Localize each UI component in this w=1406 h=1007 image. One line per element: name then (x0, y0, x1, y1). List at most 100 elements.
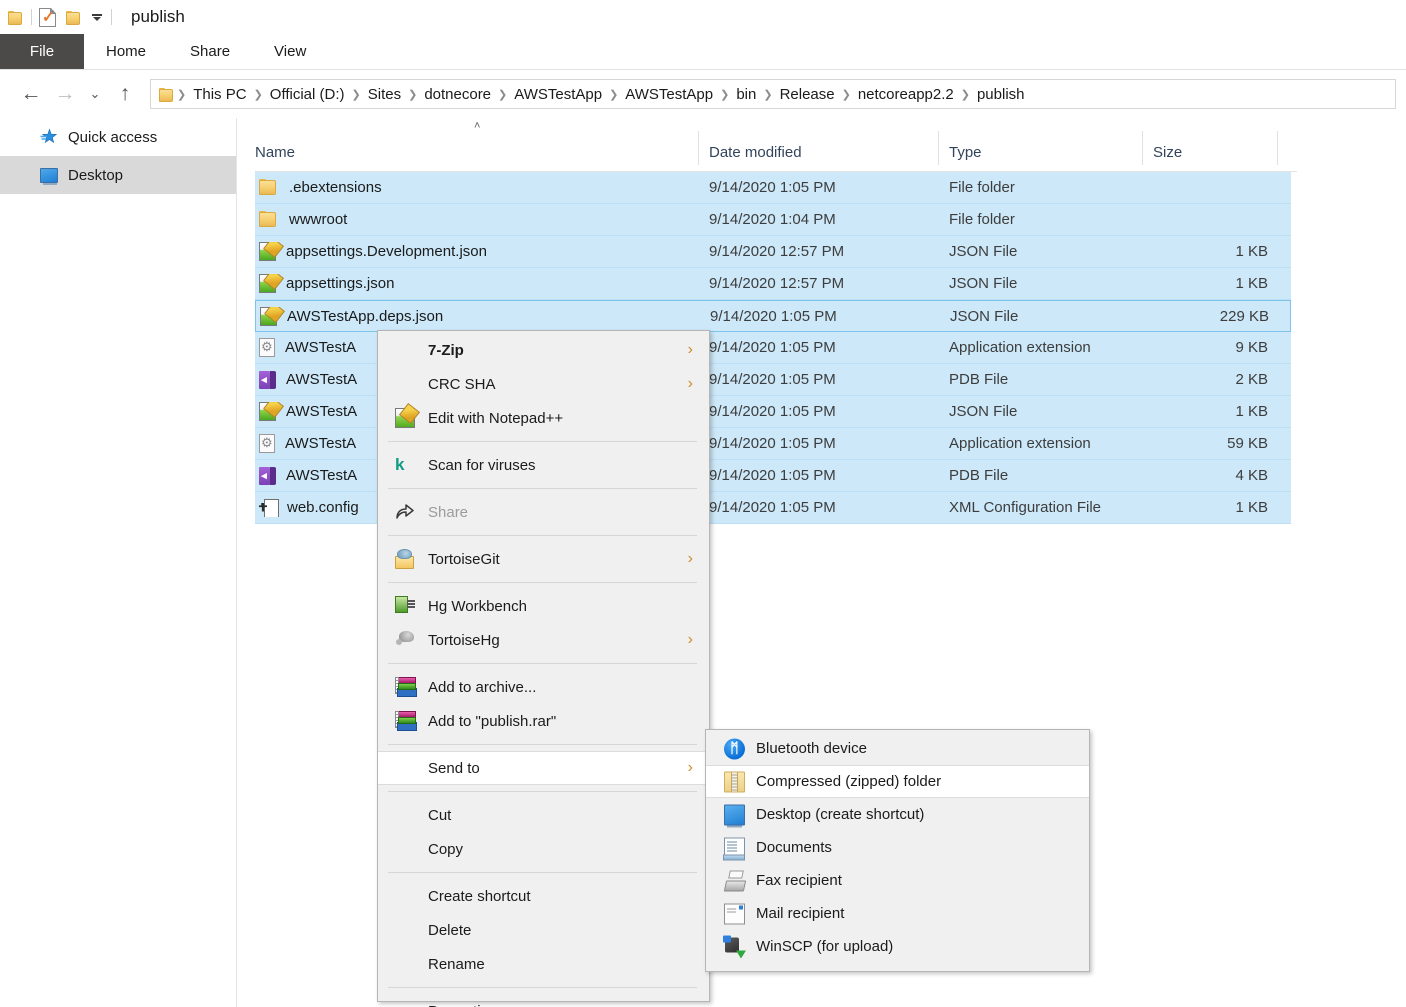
bluetooth-icon (724, 738, 745, 759)
table-row[interactable]: wwwroot 9/14/2020 1:04 PM File folder (255, 204, 1291, 236)
context-menu-item-create-shortcut[interactable]: Create shortcut (378, 879, 709, 913)
context-menu-item-scan-for-viruses[interactable]: k Scan for viruses (378, 448, 709, 482)
column-header-size[interactable]: Size (1143, 125, 1278, 171)
send-to-submenu: Bluetooth device Compressed (zipped) fol… (705, 729, 1090, 972)
chevron-right-icon: › (688, 375, 693, 393)
breadcrumb-separator: ❯ (763, 88, 772, 101)
breadcrumb-item-awstestapp-2[interactable]: AWSTestApp (618, 86, 720, 103)
breadcrumb-item-publish[interactable]: publish (970, 86, 1032, 103)
context-menu-item-edit-with-notepadpp[interactable]: Edit with Notepad++ (378, 401, 709, 435)
properties-checkbox-icon[interactable]: ✓ (39, 8, 56, 27)
hgworkbench-icon (395, 596, 415, 616)
context-menu-item-properties[interactable]: Properties (378, 994, 709, 1007)
tab-file[interactable]: File (0, 34, 84, 69)
context-menu-item-7zip[interactable]: 7-Zip › (378, 333, 709, 367)
column-header-type[interactable]: Type (939, 125, 1143, 171)
context-menu-item-cut[interactable]: Cut (378, 798, 709, 832)
context-menu-item-add-to-archive[interactable]: Add to archive... (378, 670, 709, 704)
kaspersky-icon: k (395, 455, 415, 475)
submenu-item-compressed-zipped-folder[interactable]: Compressed (zipped) folder (706, 765, 1089, 798)
breadcrumb-item-awstestapp-1[interactable]: AWSTestApp (507, 86, 609, 103)
context-menu-item-tortoisehg[interactable]: TortoiseHg › (378, 623, 709, 657)
context-menu-item-copy[interactable]: Copy (378, 832, 709, 866)
file-size: 1 KB (1143, 275, 1268, 292)
file-type: JSON File (939, 275, 1143, 292)
menu-item-label: Cut (428, 807, 451, 824)
breadcrumb-item-dotnecore[interactable]: dotnecore (417, 86, 498, 103)
file-date: 9/14/2020 1:05 PM (699, 371, 939, 388)
table-row[interactable]: AWSTestApp.deps.json 9/14/2020 1:05 PM J… (255, 300, 1291, 332)
menu-item-label: Scan for viruses (428, 457, 536, 474)
chevron-right-icon: › (688, 341, 693, 359)
dll-file-icon (259, 338, 275, 357)
chevron-right-icon: › (688, 550, 693, 568)
breadcrumb-separator: ❯ (352, 88, 361, 101)
breadcrumb-separator: ❯ (254, 88, 263, 101)
tab-home[interactable]: Home (84, 34, 168, 69)
customize-caret-icon[interactable] (90, 10, 104, 24)
ribbon-tabs: File Home Share View (0, 34, 1406, 69)
file-date: 9/14/2020 12:57 PM (699, 243, 939, 260)
tab-view[interactable]: View (252, 34, 328, 69)
file-name: appsettings.json (286, 275, 394, 292)
divider (31, 9, 32, 25)
submenu-item-fax-recipient[interactable]: Fax recipient (706, 864, 1089, 897)
submenu-item-desktop-create-shortcut[interactable]: Desktop (create shortcut) (706, 798, 1089, 831)
breadcrumb-item-release[interactable]: Release (773, 86, 842, 103)
file-type: JSON File (940, 308, 1144, 325)
submenu-item-documents[interactable]: Documents (706, 831, 1089, 864)
recent-locations-button[interactable]: ⌄ (82, 77, 108, 111)
breadcrumb[interactable]: ❯ This PC ❯ Official (D:) ❯ Sites ❯ dotn… (150, 79, 1396, 109)
submenu-item-winscp-for-upload[interactable]: WinSCP (for upload) (706, 930, 1089, 963)
breadcrumb-item-official-d[interactable]: Official (D:) (263, 86, 352, 103)
menu-item-label: TortoiseGit (428, 551, 500, 568)
column-header-date-modified[interactable]: Date modified (699, 125, 939, 171)
folder-icon[interactable] (8, 10, 24, 24)
table-row[interactable]: appsettings.json 9/14/2020 12:57 PM JSON… (255, 268, 1291, 300)
submenu-item-bluetooth-device[interactable]: Bluetooth device (706, 732, 1089, 765)
folder-icon (259, 178, 279, 198)
star-icon (40, 128, 58, 146)
monitor-icon (724, 804, 745, 825)
context-menu-item-send-to[interactable]: Send to › (378, 751, 709, 785)
menu-item-label: Mail recipient (756, 905, 844, 922)
breadcrumb-item-bin[interactable]: bin (729, 86, 763, 103)
breadcrumb-item-this-pc[interactable]: This PC (186, 86, 253, 103)
tab-share[interactable]: Share (168, 34, 252, 69)
file-date: 9/14/2020 1:05 PM (699, 339, 939, 356)
file-type: XML Configuration File (939, 499, 1143, 516)
menu-item-label: Desktop (create shortcut) (756, 806, 924, 823)
breadcrumb-item-netcoreapp22[interactable]: netcoreapp2.2 (851, 86, 961, 103)
json-file-icon (259, 402, 276, 421)
menu-item-label: Add to archive... (428, 679, 536, 696)
winrar-icon (395, 711, 415, 731)
table-row[interactable]: appsettings.Development.json 9/14/2020 1… (255, 236, 1291, 268)
breadcrumb-item-sites[interactable]: Sites (361, 86, 408, 103)
menu-item-label: Share (428, 504, 468, 521)
context-menu-item-crc-sha[interactable]: CRC SHA › (378, 367, 709, 401)
context-menu-item-hg-workbench[interactable]: Hg Workbench (378, 589, 709, 623)
breadcrumb-separator: ❯ (498, 88, 507, 101)
context-menu-item-rename[interactable]: Rename (378, 947, 709, 981)
file-name-cell: appsettings.Development.json (255, 242, 699, 261)
context-menu-item-tortoisegit[interactable]: TortoiseGit › (378, 542, 709, 576)
up-button[interactable]: ↑ (108, 77, 142, 111)
context-menu-item-add-to-publish-rar[interactable]: Add to "publish.rar" (378, 704, 709, 738)
context-menu: 7-Zip › CRC SHA › Edit with Notepad++ k … (377, 330, 710, 1002)
breadcrumb-separator: ❯ (177, 88, 186, 101)
sidebar-item-quick-access[interactable]: Quick access (0, 118, 236, 156)
context-menu-item-share[interactable]: Share (378, 495, 709, 529)
forward-button[interactable]: → (48, 77, 82, 111)
new-folder-icon[interactable] (66, 10, 82, 24)
context-menu-item-delete[interactable]: Delete (378, 913, 709, 947)
column-header-name[interactable]: Name (255, 125, 699, 171)
sidebar-item-desktop[interactable]: Desktop (0, 156, 236, 194)
tortoisehg-icon (395, 630, 415, 650)
back-button[interactable]: ← (14, 77, 48, 111)
menu-item-label: Copy (428, 841, 463, 858)
file-date: 9/14/2020 1:05 PM (700, 308, 940, 325)
table-row[interactable]: .ebextensions 9/14/2020 1:05 PM File fol… (255, 172, 1291, 204)
menu-item-label: Create shortcut (428, 888, 531, 905)
menu-item-label: Compressed (zipped) folder (756, 773, 941, 790)
submenu-item-mail-recipient[interactable]: Mail recipient (706, 897, 1089, 930)
